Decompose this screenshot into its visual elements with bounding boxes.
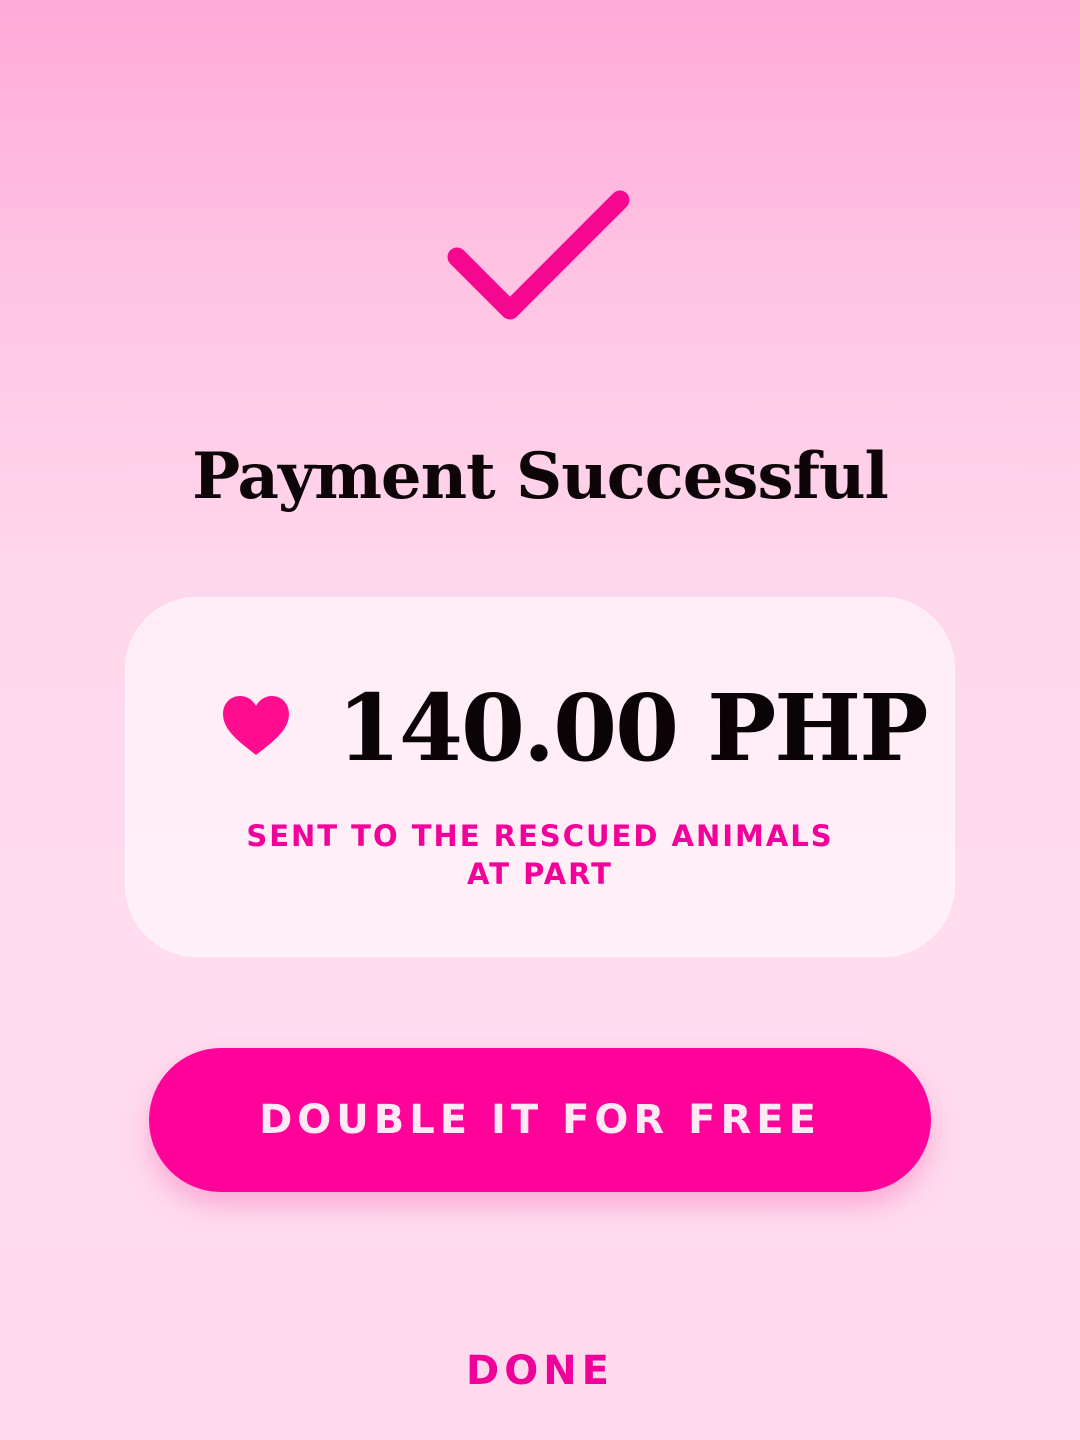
recipient-line-2: AT PART xyxy=(467,857,613,891)
done-button[interactable]: DONE xyxy=(390,1336,690,1406)
recipient-text: SENT TO THE RESCUED ANIMALS AT PART xyxy=(240,817,840,893)
amount-card: 140.00 PHP SENT TO THE RESCUED ANIMALS A… xyxy=(125,597,955,957)
heart-icon xyxy=(223,696,289,755)
page-title: Payment Successful xyxy=(192,439,889,514)
payment-amount: 140.00 PHP xyxy=(337,674,928,782)
checkmark-icon xyxy=(447,190,630,320)
double-it-button[interactable]: DOUBLE IT FOR FREE xyxy=(149,1048,931,1192)
recipient-line-1: SENT TO THE RESCUED ANIMALS xyxy=(246,819,834,853)
